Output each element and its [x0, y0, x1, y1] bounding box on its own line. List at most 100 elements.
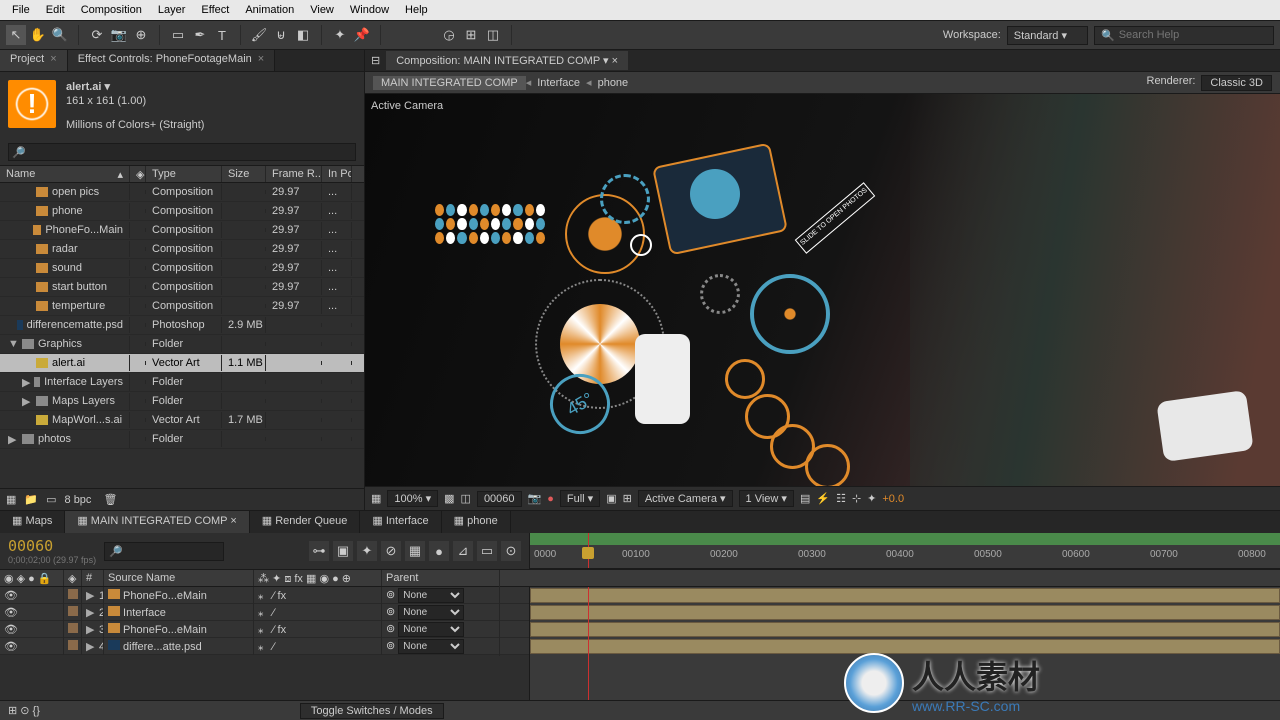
new-folder-icon[interactable]: 📁 [24, 493, 38, 506]
menu-effect[interactable]: Effect [193, 4, 237, 16]
toggle-switches-button[interactable]: Toggle Switches / Modes [300, 703, 444, 719]
shape-tool[interactable]: ▭ [168, 25, 188, 45]
layer-row[interactable]: 👁▶ 4 differe...atte.psd⁎ ∕ ⊚ None [0, 638, 529, 655]
new-comp-icon[interactable]: ▭ [46, 493, 56, 506]
text-tool[interactable]: T [212, 25, 232, 45]
col-parent[interactable]: Parent [382, 570, 500, 586]
current-frame[interactable]: 00060 [477, 491, 522, 507]
project-item[interactable]: open picsComposition29.97... [0, 183, 364, 202]
resolution-select[interactable]: Full ▾ [560, 490, 600, 507]
draft-3d-icon[interactable]: ▣ [333, 541, 353, 561]
col-inpoint[interactable]: In Po... [322, 166, 352, 182]
camera-tool[interactable]: 📷 [109, 25, 129, 45]
project-item[interactable]: radarComposition29.97... [0, 240, 364, 259]
clone-tool[interactable]: ⊌ [271, 25, 291, 45]
layer-row[interactable]: 👁▶ 3 PhoneFo...eMain⁎ ∕ fx⊚ None [0, 621, 529, 638]
col-type[interactable]: Type [146, 166, 222, 182]
viewer-tab[interactable]: Composition: MAIN INTEGRATED COMP ▾ × [386, 51, 628, 70]
fast-preview-icon[interactable]: ⚡ [816, 492, 830, 505]
viewer-nav-icon[interactable]: ⊟ [365, 54, 386, 67]
project-search-input[interactable] [8, 143, 356, 161]
graph-editor-icon[interactable]: ⊿ [453, 541, 473, 561]
project-item[interactable]: start buttonComposition29.97... [0, 278, 364, 297]
reset-exposure-icon[interactable]: ✦ [867, 492, 876, 505]
comp-button-icon[interactable]: ▭ [477, 541, 497, 561]
camera-select[interactable]: Active Camera ▾ [638, 490, 733, 507]
view-axis-icon[interactable]: ◫ [483, 25, 503, 45]
exposure-value[interactable]: +0.0 [882, 493, 904, 505]
pan-behind-tool[interactable]: ⊕ [131, 25, 151, 45]
help-search-input[interactable] [1119, 29, 1267, 41]
col-name[interactable]: Name▴ [0, 166, 130, 182]
menu-edit[interactable]: Edit [38, 4, 73, 16]
col-tag[interactable]: ◈ [130, 166, 146, 182]
menu-window[interactable]: Window [342, 4, 397, 16]
motion-blur-icon[interactable]: ⊘ [381, 541, 401, 561]
col-source-name[interactable]: Source Name [104, 570, 254, 586]
zoom-tool[interactable]: 🔍 [50, 25, 70, 45]
timecode[interactable]: 00060 [8, 537, 96, 555]
local-axis-icon[interactable]: ◶ [439, 25, 459, 45]
cti-indicator-icon[interactable] [582, 547, 594, 559]
project-item[interactable]: tempertureComposition29.97... [0, 297, 364, 316]
project-item[interactable]: ▶ photosFolder [0, 430, 364, 449]
bpc-button[interactable]: 8 bpc [65, 494, 92, 506]
roto-tool[interactable]: ✦ [330, 25, 350, 45]
project-item[interactable]: phoneComposition29.97... [0, 202, 364, 221]
tab-effect-controls[interactable]: Effect Controls: PhoneFootageMain [68, 50, 276, 71]
timeline-tab[interactable]: ▦ Maps [0, 511, 65, 533]
menu-composition[interactable]: Composition [73, 4, 150, 16]
timeline-tab[interactable]: ▦ Interface [360, 511, 441, 533]
viewport[interactable]: 45° SLIDE TO OPEN PHOTOS Active Camera [365, 94, 1280, 486]
menu-layer[interactable]: Layer [150, 4, 194, 16]
menu-animation[interactable]: Animation [237, 4, 302, 16]
comp-flowchart-icon[interactable]: ⊹ [852, 492, 861, 505]
brainstorm-icon[interactable]: ▦ [405, 541, 425, 561]
tab-project[interactable]: Project [0, 50, 68, 71]
crumb-interface[interactable]: Interface [531, 77, 586, 89]
menu-help[interactable]: Help [397, 4, 436, 16]
brush-tool[interactable]: 🖌 [249, 25, 269, 45]
menu-view[interactable]: View [302, 4, 342, 16]
crumb-phone[interactable]: phone [592, 77, 635, 89]
help-search[interactable]: 🔍 [1094, 26, 1274, 45]
interpret-icon[interactable]: ▦ [6, 493, 16, 506]
layer-row[interactable]: 👁▶ 2 Interface⁎ ∕ ⊚ None [0, 604, 529, 621]
grid-icon[interactable]: ▦ [371, 492, 381, 505]
puppet-tool[interactable]: 📌 [352, 25, 372, 45]
auto-keyframe-icon[interactable]: ● [429, 541, 449, 561]
shy-icon[interactable]: ⊙ [501, 541, 521, 561]
timeline-icon[interactable]: ☷ [836, 492, 846, 505]
col-size[interactable]: Size [222, 166, 266, 182]
comp-mini-flowchart-icon[interactable]: ⊶ [309, 541, 329, 561]
rotation-tool[interactable]: ⟳ [87, 25, 107, 45]
trash-icon[interactable]: 🗑 [103, 493, 117, 506]
channel-icon[interactable]: ● [547, 493, 554, 505]
col-framerate[interactable]: Frame R... [266, 166, 322, 182]
roi-icon[interactable]: ▣ [606, 492, 616, 505]
project-item[interactable]: PhoneFo...MainComposition29.97... [0, 221, 364, 240]
layer-row[interactable]: 👁▶ 1 PhoneFo...eMain⁎ ∕ fx⊚ None [0, 587, 529, 604]
project-item[interactable]: ▼ GraphicsFolder [0, 335, 364, 354]
parent-select[interactable]: None [398, 622, 464, 637]
selection-tool[interactable]: ↖ [6, 25, 26, 45]
project-item[interactable]: differencematte.psdPhotoshop2.9 MB [0, 316, 364, 335]
eraser-tool[interactable]: ◧ [293, 25, 313, 45]
timeline-tab[interactable]: ▦ MAIN INTEGRATED COMP × [65, 511, 249, 533]
project-item[interactable]: MapWorl...s.aiVector Art1.7 MB [0, 411, 364, 430]
project-item[interactable]: ▶ Interface LayersFolder [0, 373, 364, 392]
timeline-search[interactable]: 🔎 [104, 542, 224, 561]
pixel-aspect-icon[interactable]: ▤ [800, 492, 810, 505]
frame-blend-icon[interactable]: ✦ [357, 541, 377, 561]
snapshot-icon[interactable]: 📷 [528, 492, 542, 505]
parent-select[interactable]: None [398, 605, 464, 620]
toggle-switch-icon[interactable]: ⊞ ⊙ {} [8, 704, 40, 717]
renderer-select[interactable]: Classic 3D [1201, 75, 1272, 91]
world-axis-icon[interactable]: ⊞ [461, 25, 481, 45]
mask-icon[interactable]: ◫ [461, 492, 471, 505]
parent-select[interactable]: None [398, 588, 464, 603]
pen-tool[interactable]: ✒ [190, 25, 210, 45]
workspace-select[interactable]: Standard ▾ [1007, 26, 1088, 45]
transparency-icon[interactable]: ▩ [444, 492, 454, 505]
guides-icon[interactable]: ⊞ [623, 492, 632, 505]
